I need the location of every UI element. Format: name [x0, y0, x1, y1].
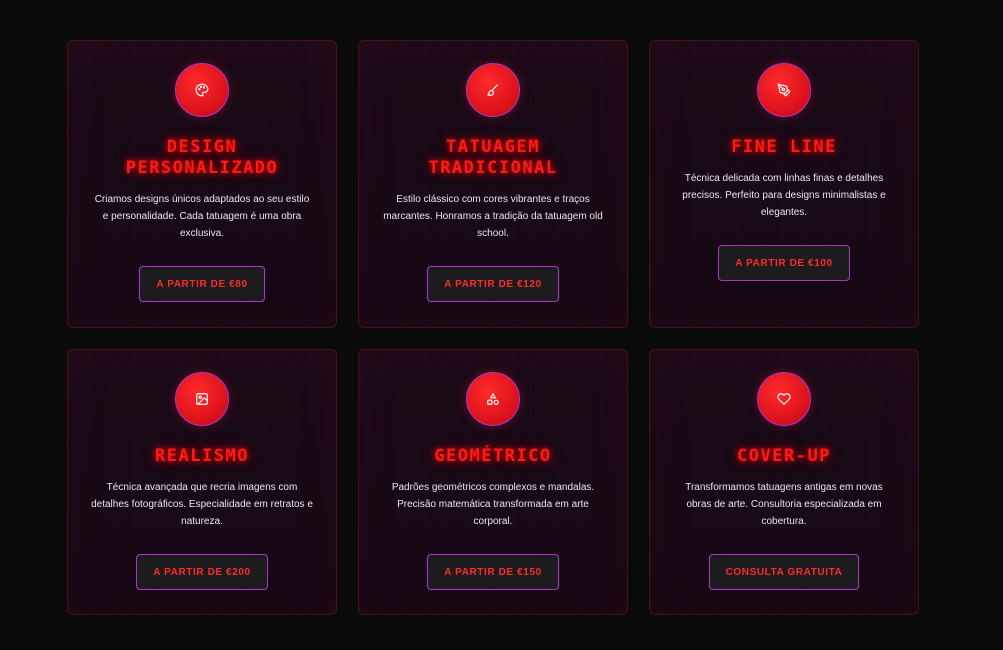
- price-button[interactable]: A PARTIR DE €100: [718, 245, 850, 281]
- service-description: Padrões geométricos complexos e mandalas…: [391, 482, 595, 527]
- consult-button[interactable]: CONSULTA GRATUITA: [708, 554, 860, 590]
- palette-icon: [175, 63, 229, 117]
- service-description: Criamos designs únicos adaptados ao seu …: [94, 194, 310, 239]
- image-icon: [175, 372, 229, 426]
- service-title: TATUAGEM TRADICIONAL: [428, 137, 558, 178]
- price-button[interactable]: A PARTIR DE €120: [427, 266, 559, 302]
- service-card-cover-up: COVER-UP Transformamos tatuagens antigas…: [649, 349, 919, 615]
- heart-icon: [757, 372, 811, 426]
- price-button[interactable]: A PARTIR DE €150: [427, 554, 559, 590]
- service-card-realismo: REALISMO Técnica avançada que recria ima…: [67, 349, 337, 615]
- service-title: REALISMO: [155, 446, 249, 466]
- service-title: DESIGN PERSONALIZADO: [125, 137, 279, 178]
- service-description: Transformamos tatuagens antigas em novas…: [685, 482, 883, 527]
- service-card-tatuagem-tradicional: TATUAGEM TRADICIONAL Estilo clássico com…: [358, 40, 628, 328]
- services-grid: DESIGN PERSONALIZADO Criamos designs úni…: [67, 40, 919, 615]
- service-card-geometrico: GEOMÉTRICO Padrões geométricos complexos…: [358, 349, 628, 615]
- service-description: Técnica avançada que recria imagens com …: [91, 482, 313, 527]
- brush-icon: [466, 63, 520, 117]
- service-card-fine-line: FINE LINE Técnica delicada com linhas fi…: [649, 40, 919, 328]
- service-title: COVER-UP: [737, 446, 831, 466]
- service-card-design-personalizado: DESIGN PERSONALIZADO Criamos designs úni…: [67, 40, 337, 328]
- price-button[interactable]: A PARTIR DE €200: [136, 554, 268, 590]
- price-button[interactable]: A PARTIR DE €80: [139, 266, 265, 302]
- shapes-icon: [466, 372, 520, 426]
- service-description: Técnica delicada com linhas finas e deta…: [682, 173, 886, 218]
- service-title: FINE LINE: [731, 137, 837, 157]
- pen-nib-icon: [757, 63, 811, 117]
- service-title: GEOMÉTRICO: [434, 446, 552, 466]
- service-description: Estilo clássico com cores vibrantes e tr…: [383, 194, 603, 239]
